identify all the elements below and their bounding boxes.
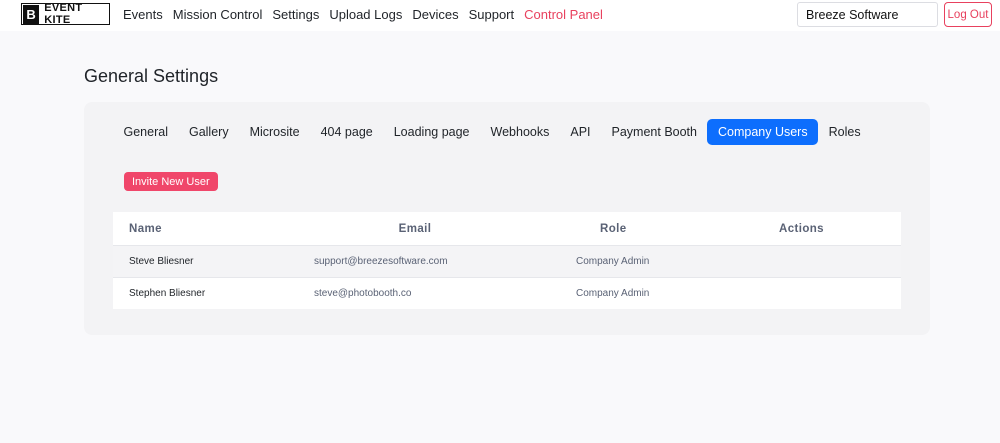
- column-header-email[interactable]: Email: [314, 223, 576, 235]
- table-row[interactable]: Steve Bliesner support@breezesoftware.co…: [113, 245, 901, 277]
- top-navbar: B EVENT KITE Events Mission Control Sett…: [0, 0, 1000, 31]
- nav-item-events[interactable]: Events: [123, 7, 163, 22]
- column-header-name[interactable]: Name: [113, 223, 314, 235]
- tab-microsite[interactable]: Microsite: [239, 119, 310, 145]
- user-email: steve@photobooth.co: [314, 288, 412, 299]
- nav-item-mission-control[interactable]: Mission Control: [173, 7, 263, 22]
- user-name: Steve Bliesner: [129, 256, 194, 267]
- company-selector-input[interactable]: [797, 2, 938, 27]
- user-name: Stephen Bliesner: [129, 288, 206, 299]
- logout-button[interactable]: Log Out: [944, 2, 992, 27]
- nav-item-devices[interactable]: Devices: [412, 7, 458, 22]
- company-users-table: Name Email Role Actions Steve Bliesner s…: [113, 212, 901, 309]
- page-title: General Settings: [84, 66, 219, 86]
- table-header: Name Email Role Actions: [113, 212, 901, 245]
- tab-loading-page[interactable]: Loading page: [383, 119, 480, 145]
- user-email: support@breezesoftware.com: [314, 256, 448, 267]
- tab-gallery[interactable]: Gallery: [178, 119, 239, 145]
- table-row[interactable]: Stephen Bliesner steve@photobooth.co Com…: [113, 277, 901, 309]
- logo-mark-icon: B: [23, 4, 40, 24]
- user-role: Company Admin: [576, 256, 650, 267]
- settings-card: General Gallery Microsite 404 page Loadi…: [84, 102, 930, 335]
- tab-general[interactable]: General: [113, 119, 178, 145]
- tab-404-page[interactable]: 404 page: [310, 119, 383, 145]
- nav-item-support[interactable]: Support: [469, 7, 515, 22]
- column-header-actions: Actions: [779, 222, 824, 235]
- tab-roles[interactable]: Roles: [818, 119, 871, 145]
- tab-company-users[interactable]: Company Users: [707, 119, 819, 145]
- tab-payment-booth[interactable]: Payment Booth: [601, 119, 707, 145]
- nav-item-settings[interactable]: Settings: [272, 7, 319, 22]
- nav-item-control-panel[interactable]: Control Panel: [524, 7, 603, 22]
- user-role: Company Admin: [576, 288, 650, 299]
- settings-tabs: General Gallery Microsite 404 page Loadi…: [113, 119, 871, 145]
- main-nav: Events Mission Control Settings Upload L…: [123, 7, 603, 22]
- nav-item-upload-logs[interactable]: Upload Logs: [329, 7, 402, 22]
- event-kite-logo[interactable]: B EVENT KITE: [21, 2, 110, 26]
- invite-new-user-button[interactable]: Invite New User: [124, 172, 218, 191]
- logo-text: EVENT KITE: [44, 2, 83, 26]
- tab-api[interactable]: API: [560, 119, 601, 145]
- tab-webhooks[interactable]: Webhooks: [480, 119, 560, 145]
- column-header-role[interactable]: Role: [576, 223, 779, 235]
